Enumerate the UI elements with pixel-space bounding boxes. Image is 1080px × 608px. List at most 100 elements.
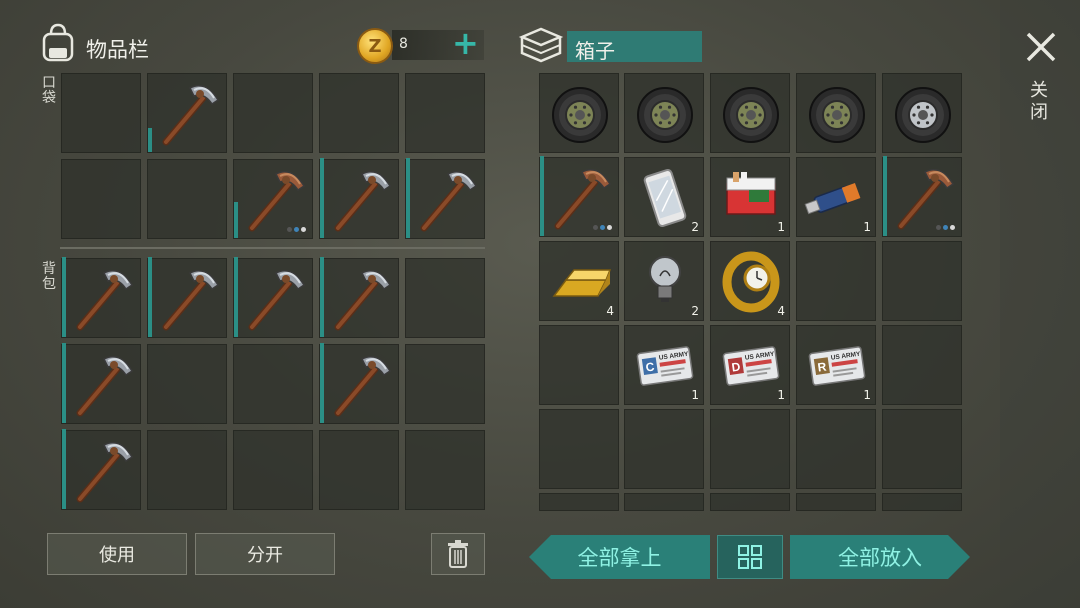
backpack-slot[interactable]: [319, 343, 399, 424]
put-all-button[interactable]: 全部放入: [790, 535, 970, 579]
item-quantity: 2: [691, 220, 699, 234]
coin-count: 8: [399, 36, 408, 52]
box-slot[interactable]: [882, 325, 962, 405]
item-quantity: 1: [777, 388, 785, 402]
backpack-slot[interactable]: [147, 344, 227, 424]
item-quantity: 4: [777, 304, 785, 318]
pocket-slot[interactable]: [319, 158, 399, 239]
backpack-slot[interactable]: [147, 257, 227, 338]
box-slot[interactable]: [710, 493, 790, 511]
pocket-slot[interactable]: [61, 73, 141, 153]
box-slot[interactable]: 1: [796, 157, 876, 237]
backpack-slot[interactable]: [319, 257, 399, 338]
sort-button[interactable]: [717, 535, 783, 579]
box-slot[interactable]: [882, 409, 962, 489]
box-slot[interactable]: R US ARMY 1: [796, 325, 876, 405]
backpack-slot[interactable]: [405, 258, 485, 338]
backpack-slot[interactable]: [147, 430, 227, 510]
box-slot[interactable]: [796, 493, 876, 511]
durability-bar: [540, 156, 544, 236]
backpack-slot[interactable]: [233, 344, 313, 424]
durability-bar: [320, 343, 324, 423]
durability-bar: [883, 156, 887, 236]
box-slot[interactable]: [624, 409, 704, 489]
box-slot[interactable]: [710, 409, 790, 489]
section-divider: [60, 247, 485, 249]
box-slot[interactable]: [539, 493, 619, 511]
backpack-slot[interactable]: [233, 430, 313, 510]
durability-bar: [234, 257, 238, 337]
box-slot[interactable]: 4: [710, 241, 790, 321]
box-slot[interactable]: [624, 493, 704, 511]
pocket-slot[interactable]: [319, 73, 399, 153]
upgrade-dots: [936, 225, 955, 230]
pocket-label: 口袋: [42, 75, 56, 106]
pocket-slot[interactable]: [233, 73, 313, 153]
box-slot[interactable]: [796, 73, 876, 153]
backpack-slot[interactable]: [233, 257, 313, 338]
inventory-title: 物品栏: [86, 38, 149, 62]
item-quantity: 4: [606, 304, 614, 318]
item-quantity: 1: [863, 220, 871, 234]
durability-bar: [62, 429, 66, 509]
backpack-icon: [42, 23, 74, 62]
box-slot[interactable]: [539, 156, 619, 237]
grid-sort-icon: [738, 545, 762, 569]
durability-bar: [148, 128, 152, 152]
box-slot[interactable]: 2: [624, 241, 704, 321]
close-icon[interactable]: [1022, 28, 1060, 66]
box-slot[interactable]: [882, 493, 962, 511]
box-slot[interactable]: 1: [710, 157, 790, 237]
durability-bar: [320, 158, 324, 238]
box-slot[interactable]: [882, 156, 962, 237]
trash-button[interactable]: [431, 533, 485, 575]
durability-bar: [320, 257, 324, 337]
box-slot[interactable]: [539, 325, 619, 405]
use-button[interactable]: 使用: [47, 533, 187, 575]
box-slot[interactable]: [882, 241, 962, 321]
item-quantity: 1: [691, 388, 699, 402]
coin-icon: Z: [357, 28, 393, 64]
pocket-slot[interactable]: [147, 73, 227, 153]
box-slot[interactable]: [796, 409, 876, 489]
backpack-slot[interactable]: [319, 430, 399, 510]
split-button[interactable]: 分开: [195, 533, 335, 575]
box-slot[interactable]: C US ARMY 1: [624, 325, 704, 405]
box-slot[interactable]: 4: [539, 241, 619, 321]
upgrade-dots: [287, 227, 306, 232]
box-slot[interactable]: [624, 73, 704, 153]
box-slot[interactable]: 2: [624, 157, 704, 237]
crate-icon: [518, 27, 564, 63]
durability-bar: [148, 257, 152, 337]
trash-icon: [448, 540, 468, 568]
box-title: 箱子: [575, 39, 615, 63]
durability-bar: [234, 202, 238, 238]
upgrade-dots: [593, 225, 612, 230]
box-slot[interactable]: D US ARMY 1: [710, 325, 790, 405]
item-quantity: 1: [777, 220, 785, 234]
backpack-slot[interactable]: [61, 343, 141, 424]
pocket-slot[interactable]: [405, 73, 485, 153]
box-slot[interactable]: [882, 73, 962, 153]
item-quantity: 2: [691, 304, 699, 318]
pocket-slot[interactable]: [405, 158, 485, 239]
pocket-slot[interactable]: [147, 159, 227, 239]
durability-bar: [406, 158, 410, 238]
pocket-slot[interactable]: [61, 159, 141, 239]
take-all-button[interactable]: 全部拿上: [529, 535, 710, 579]
backpack-slot[interactable]: [405, 344, 485, 424]
durability-bar: [62, 257, 66, 337]
close-label[interactable]: 关闭: [1030, 80, 1052, 124]
box-slot[interactable]: [710, 73, 790, 153]
pocket-slot[interactable]: [233, 159, 313, 239]
backpack-slot[interactable]: [405, 430, 485, 510]
box-slot[interactable]: [539, 73, 619, 153]
add-coins-button[interactable]: +: [452, 26, 479, 60]
backpack-label: 背包: [42, 261, 56, 292]
item-quantity: 1: [863, 388, 871, 402]
box-slot[interactable]: [796, 241, 876, 321]
backpack-slot[interactable]: [61, 257, 141, 338]
backpack-slot[interactable]: [61, 429, 141, 510]
durability-bar: [62, 343, 66, 423]
box-slot[interactable]: [539, 409, 619, 489]
